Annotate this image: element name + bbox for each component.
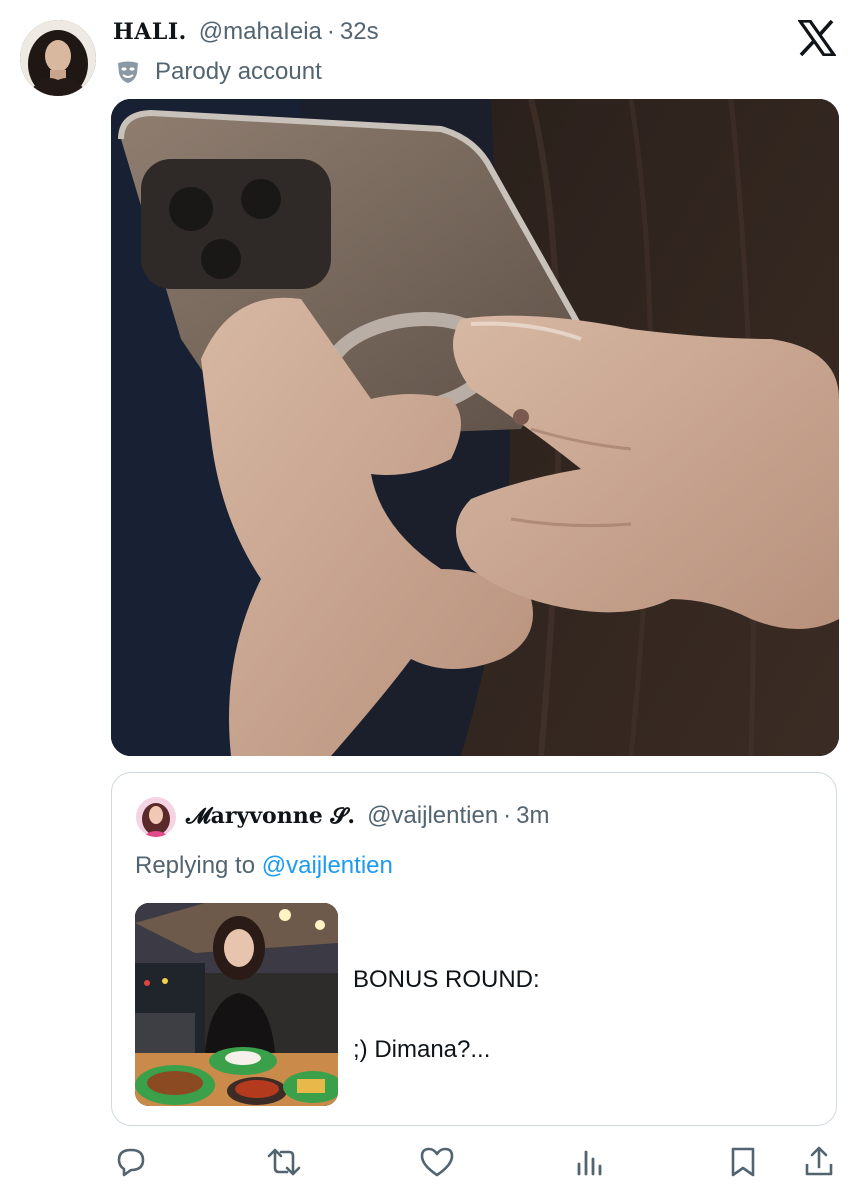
- quoted-author-avatar[interactable]: [136, 797, 176, 837]
- share-icon: [805, 1146, 833, 1176]
- heart-icon: [420, 1147, 454, 1177]
- author-display-name[interactable]: HALI.: [113, 19, 187, 45]
- replying-prefix: Replying to: [135, 852, 256, 879]
- separator-dot: ·: [326, 18, 335, 45]
- quoted-tweet-timestamp[interactable]: 3m: [516, 802, 549, 830]
- repost-button[interactable]: [265, 1144, 303, 1180]
- quoted-author-handle[interactable]: @vaijlentien: [367, 802, 498, 830]
- replying-mention-link[interactable]: @vaijlentien: [262, 852, 393, 879]
- views-button[interactable]: [571, 1144, 609, 1180]
- quoted-text-line-1: BONUS ROUND:: [353, 966, 540, 993]
- tweet-header: HALI. @mahaIeia · 32s: [113, 18, 379, 48]
- replying-to-line: Replying to @vaijlentien: [135, 852, 393, 880]
- parody-mask-icon: [118, 61, 138, 83]
- separator-dot: ·: [503, 802, 512, 829]
- x-logo-icon: [796, 19, 838, 57]
- parody-label: Parody account: [155, 58, 322, 85]
- author-avatar[interactable]: [20, 20, 96, 96]
- repost-icon: [267, 1148, 301, 1176]
- parody-badge: Parody account: [115, 56, 322, 88]
- quoted-tweet-header: 𝓜aryvonne 𝓢. @vaijlentien · 3m: [186, 802, 550, 832]
- share-button[interactable]: [800, 1144, 838, 1180]
- reply-icon: [117, 1148, 145, 1177]
- quoted-media-thumbnail[interactable]: [135, 903, 338, 1106]
- quoted-author-display-name[interactable]: 𝓜aryvonne 𝓢.: [186, 803, 355, 829]
- bookmark-icon: [731, 1147, 755, 1177]
- author-handle[interactable]: @mahaIeia: [199, 18, 322, 46]
- tweet-timestamp[interactable]: 32s: [340, 18, 379, 46]
- like-button[interactable]: [418, 1144, 456, 1180]
- bookmark-button[interactable]: [724, 1144, 762, 1180]
- tweet-media-photo[interactable]: [111, 99, 839, 756]
- analytics-icon: [577, 1150, 602, 1176]
- quoted-text-line-2: ;) Dimana?...: [353, 1036, 491, 1063]
- reply-button[interactable]: [112, 1144, 150, 1180]
